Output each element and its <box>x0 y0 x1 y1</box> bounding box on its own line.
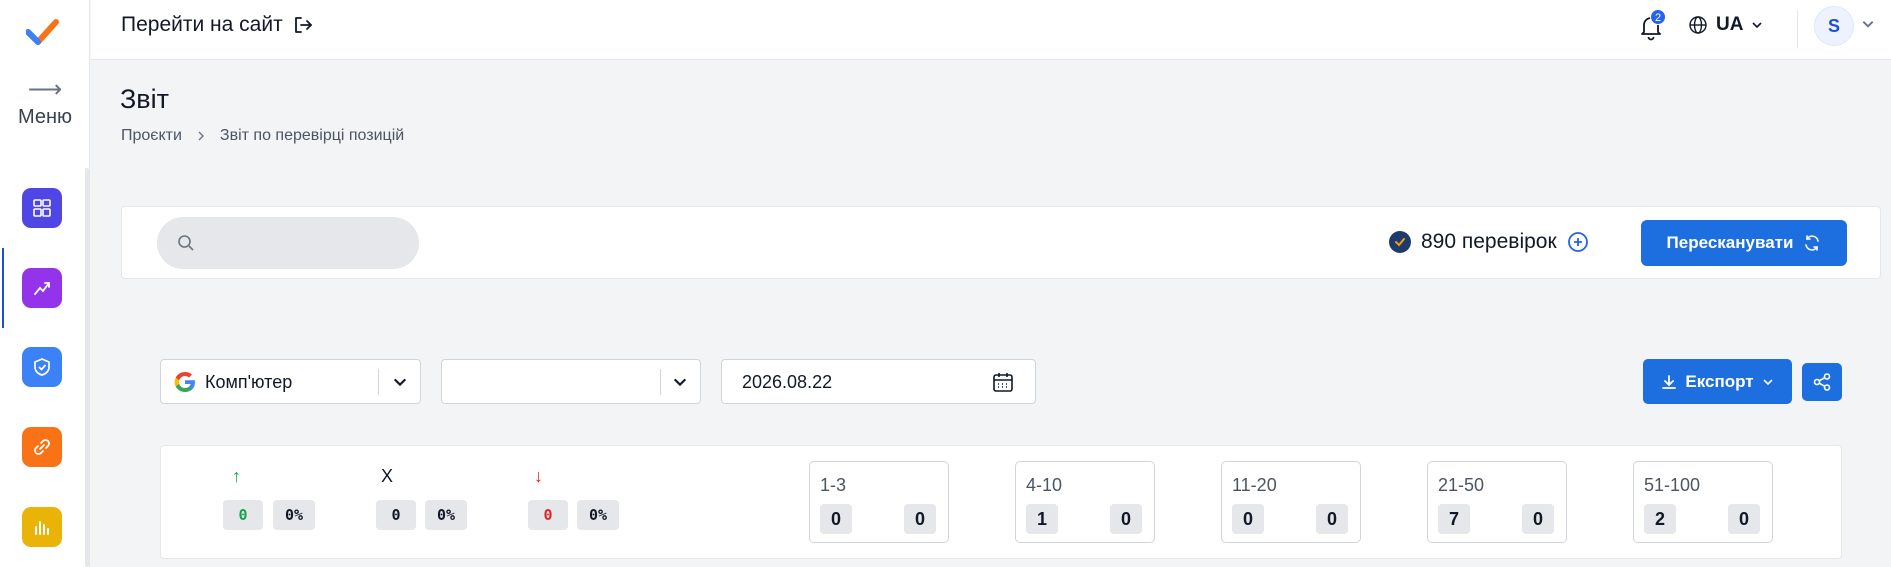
chevron-down-icon[interactable] <box>1861 17 1875 31</box>
topbar-divider <box>1797 10 1798 48</box>
app-logo-icon[interactable] <box>26 18 60 48</box>
rescan-button[interactable]: Пересканувати <box>1641 220 1847 266</box>
chevron-down-icon <box>673 378 687 387</box>
notifications-badge: 2 <box>1650 9 1666 25</box>
sidebar-item-positions[interactable] <box>22 268 62 308</box>
chevron-right-icon <box>198 131 204 141</box>
menu-label: Меню <box>17 106 73 128</box>
search-card: 890 перевірок Пересканувати <box>121 206 1881 279</box>
missing-mark: X <box>381 466 394 486</box>
rescan-label: Пересканувати <box>1666 233 1794 252</box>
user-avatar[interactable]: S <box>1814 6 1854 46</box>
chevron-down-icon <box>1752 22 1763 29</box>
range-label: 21-50 <box>1438 475 1485 495</box>
search-input[interactable] <box>211 227 401 259</box>
range-value-a: 0 <box>1232 504 1264 534</box>
range-label: 11-20 <box>1232 475 1277 495</box>
trend-up-percent: 0% <box>273 500 315 530</box>
dashboard-icon <box>33 199 51 217</box>
date-value: 2026.08.22 <box>742 372 833 392</box>
checks-count-text: 890 перевірок <box>1421 230 1557 253</box>
sidebar-item-analytics[interactable] <box>22 507 62 547</box>
globe-icon <box>1689 16 1707 34</box>
range-value-a: 1 <box>1026 504 1058 534</box>
breadcrumb-projects-link[interactable]: Проєкти <box>121 127 182 145</box>
device-select[interactable]: Комп'ютер <box>160 359 421 404</box>
sidebar-item-dashboard[interactable] <box>22 188 62 228</box>
range-value-b: 0 <box>1728 504 1760 534</box>
calendar-icon[interactable] <box>991 370 1015 394</box>
breadcrumb-current: Звіт по перевірці позицій <box>219 127 405 144</box>
export-button[interactable]: Експорт <box>1643 359 1792 404</box>
page-title: Звіт <box>120 84 170 114</box>
arrow-down-icon: ↓ <box>534 466 543 486</box>
bar-chart-icon <box>35 521 49 535</box>
range-value-a: 0 <box>820 504 852 534</box>
breadcrumb: Проєкти Звіт по перевірці позицій <box>121 127 404 145</box>
sidebar-scrollbar[interactable] <box>85 168 89 567</box>
range-label: 1-3 <box>820 475 847 495</box>
menu-toggle[interactable]: ⟶ Меню <box>0 76 90 129</box>
trend-chart-icon <box>34 282 50 295</box>
sidebar-item-security[interactable] <box>22 347 62 387</box>
google-logo-icon <box>174 372 195 392</box>
arrow-up-icon: ↑ <box>232 466 241 486</box>
range-value-b: 0 <box>904 504 936 534</box>
logout-icon <box>294 17 312 33</box>
language-label: UA <box>1716 14 1744 35</box>
checks-counter: 890 перевірок <box>1389 230 1589 254</box>
search-icon <box>178 235 194 251</box>
trend-down-percent: 0% <box>577 500 619 530</box>
chevron-down-icon <box>393 378 407 387</box>
download-icon <box>1662 374 1677 389</box>
date-picker[interactable]: 2026.08.22 <box>721 359 1036 404</box>
trend-up-count: 0 <box>223 500 263 530</box>
language-selector[interactable]: UA <box>1688 14 1763 36</box>
goto-site-label: Перейти на сайт <box>121 13 283 36</box>
search-box[interactable] <box>157 217 419 269</box>
range-value-b: 0 <box>1316 504 1348 534</box>
select-separator <box>660 369 661 395</box>
range-value-a: 7 <box>1438 504 1470 534</box>
sidebar-item-links[interactable] <box>22 427 62 467</box>
refresh-icon <box>1805 235 1820 251</box>
range-box-11-20: 11-20 0 0 <box>1221 461 1361 543</box>
arrow-right-icon: ⟶ <box>27 76 63 103</box>
range-label: 4-10 <box>1026 475 1063 495</box>
stats-card: ↑ 0 0% X 0 0% ↓ 0 0% 1-3 0 0 4-10 1 0 11… <box>160 445 1842 559</box>
range-value-b: 0 <box>1522 504 1554 534</box>
select-separator <box>378 369 379 395</box>
goto-site-link[interactable]: Перейти на сайт <box>121 13 313 37</box>
range-value-a: 2 <box>1644 504 1676 534</box>
share-button[interactable] <box>1802 363 1842 401</box>
range-value-b: 0 <box>1110 504 1142 534</box>
chevron-down-icon <box>1763 378 1773 385</box>
range-box-1-3: 1-3 0 0 <box>809 461 949 543</box>
secondary-select[interactable] <box>441 359 701 404</box>
add-checks-icon[interactable] <box>1567 231 1589 253</box>
range-box-4-10: 4-10 1 0 <box>1015 461 1155 543</box>
range-box-21-50: 21-50 7 0 <box>1427 461 1567 543</box>
check-badge-icon <box>1389 231 1411 253</box>
range-label: 51-100 <box>1644 475 1701 495</box>
trend-missing-percent: 0% <box>425 500 467 530</box>
share-icon <box>1813 373 1831 391</box>
export-label: Експорт <box>1685 371 1754 391</box>
device-select-value: Комп'ютер <box>205 372 293 392</box>
trend-missing-count: 0 <box>376 500 416 530</box>
range-box-51-100: 51-100 2 0 <box>1633 461 1773 543</box>
shield-check-icon <box>34 358 50 376</box>
trend-down-count: 0 <box>528 500 568 530</box>
active-indicator <box>2 248 4 328</box>
topbar: Перейти на сайт 2 UA S <box>91 0 1891 60</box>
link-icon <box>34 439 50 455</box>
sidebar: ⟶ Меню <box>0 0 90 567</box>
